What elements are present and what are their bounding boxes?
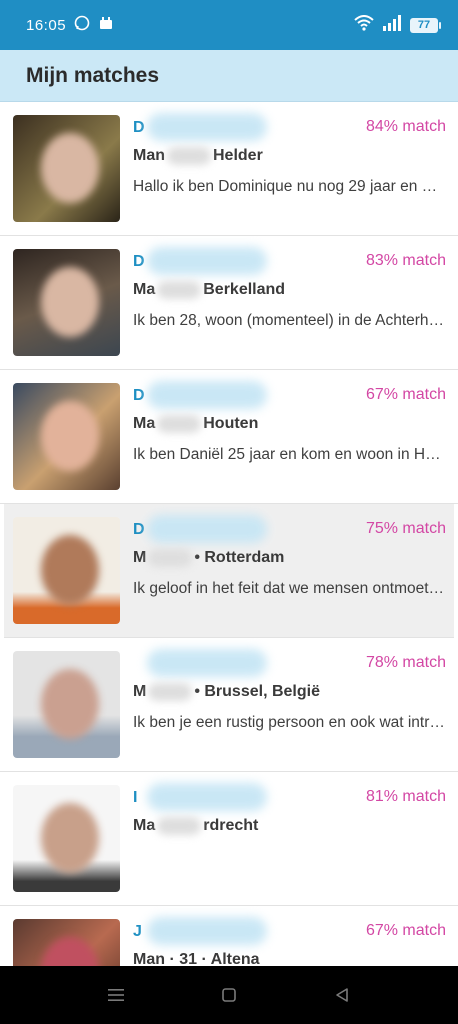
match-card[interactable]: D 67% match Ma Houten Ik ben Daniël 25 ja… [0, 370, 458, 504]
match-card[interactable]: 78% match M • Brussel, België Ik ben je e… [0, 638, 458, 772]
avatar[interactable] [13, 517, 120, 624]
match-meta: Man · 31 · Altena [133, 951, 260, 966]
match-meta: Man Helder [133, 147, 263, 165]
matches-list[interactable]: D 84% match Man Helder Hallo ik ben Domin… [0, 102, 458, 966]
match-name: D [133, 381, 363, 409]
match-percentage: 67% match [365, 922, 446, 939]
signal-icon [382, 15, 402, 35]
avatar[interactable] [13, 919, 120, 966]
avatar[interactable] [13, 651, 120, 758]
avatar[interactable] [13, 249, 120, 356]
battery-icon: 77 [410, 17, 441, 33]
home-icon[interactable] [209, 975, 249, 1015]
app-header: Mijn matches [0, 50, 458, 102]
match-name: I [133, 783, 363, 811]
match-bio: Ik ben Daniël 25 jaar en kom en woon in … [133, 446, 445, 463]
match-card[interactable]: D 83% match Ma Berkelland Ik ben 28, woon… [0, 236, 458, 370]
match-percentage: 78% match [365, 654, 446, 671]
match-name: J [133, 917, 363, 945]
match-percentage: 67% match [365, 386, 446, 403]
match-percentage: 84% match [365, 118, 446, 135]
status-time: 16:05 [26, 16, 67, 34]
notification-icon [98, 15, 114, 35]
match-name: D [133, 247, 363, 275]
match-meta: Ma Houten [133, 415, 259, 433]
match-name: D [133, 515, 363, 543]
match-card[interactable]: D 84% match Man Helder Hallo ik ben Domin… [0, 102, 458, 236]
match-percentage: 81% match [365, 788, 446, 805]
status-bar: 16:05 77 [0, 0, 458, 50]
match-meta: M • Brussel, België [133, 683, 320, 701]
avatar[interactable] [13, 785, 120, 892]
match-bio: Ik ben 28, woon (momenteel) in de Achter… [133, 312, 445, 329]
match-meta: Ma Berkelland [133, 281, 286, 299]
match-bio: Ik geloof in het feit dat we mensen ontm… [133, 580, 445, 597]
match-card[interactable]: J 67% match Man · 31 · Altena [0, 906, 458, 966]
back-icon[interactable] [322, 975, 362, 1015]
menu-icon[interactable] [96, 975, 136, 1015]
match-meta: Ma rdrecht [133, 817, 259, 835]
match-bio: Hallo ik ben Dominique nu nog 29 jaar en… [133, 178, 445, 195]
whatsapp-icon [74, 15, 90, 35]
avatar[interactable] [13, 115, 120, 222]
page-title: Mijn matches [26, 63, 160, 87]
match-name: D [133, 113, 363, 141]
match-meta: M • Rotterdam [133, 549, 285, 567]
match-name [133, 649, 363, 677]
match-card[interactable]: D 75% match M • Rotterdam Ik geloof in he… [4, 504, 454, 638]
system-nav-bar [0, 966, 458, 1024]
avatar[interactable] [13, 383, 120, 490]
match-percentage: 83% match [365, 252, 446, 269]
wifi-icon [354, 15, 374, 35]
match-percentage: 75% match [365, 520, 446, 537]
match-card[interactable]: I 81% match Ma rdrecht [0, 772, 458, 906]
match-bio: Ik ben je een rustig persoon en ook wat … [133, 714, 445, 731]
